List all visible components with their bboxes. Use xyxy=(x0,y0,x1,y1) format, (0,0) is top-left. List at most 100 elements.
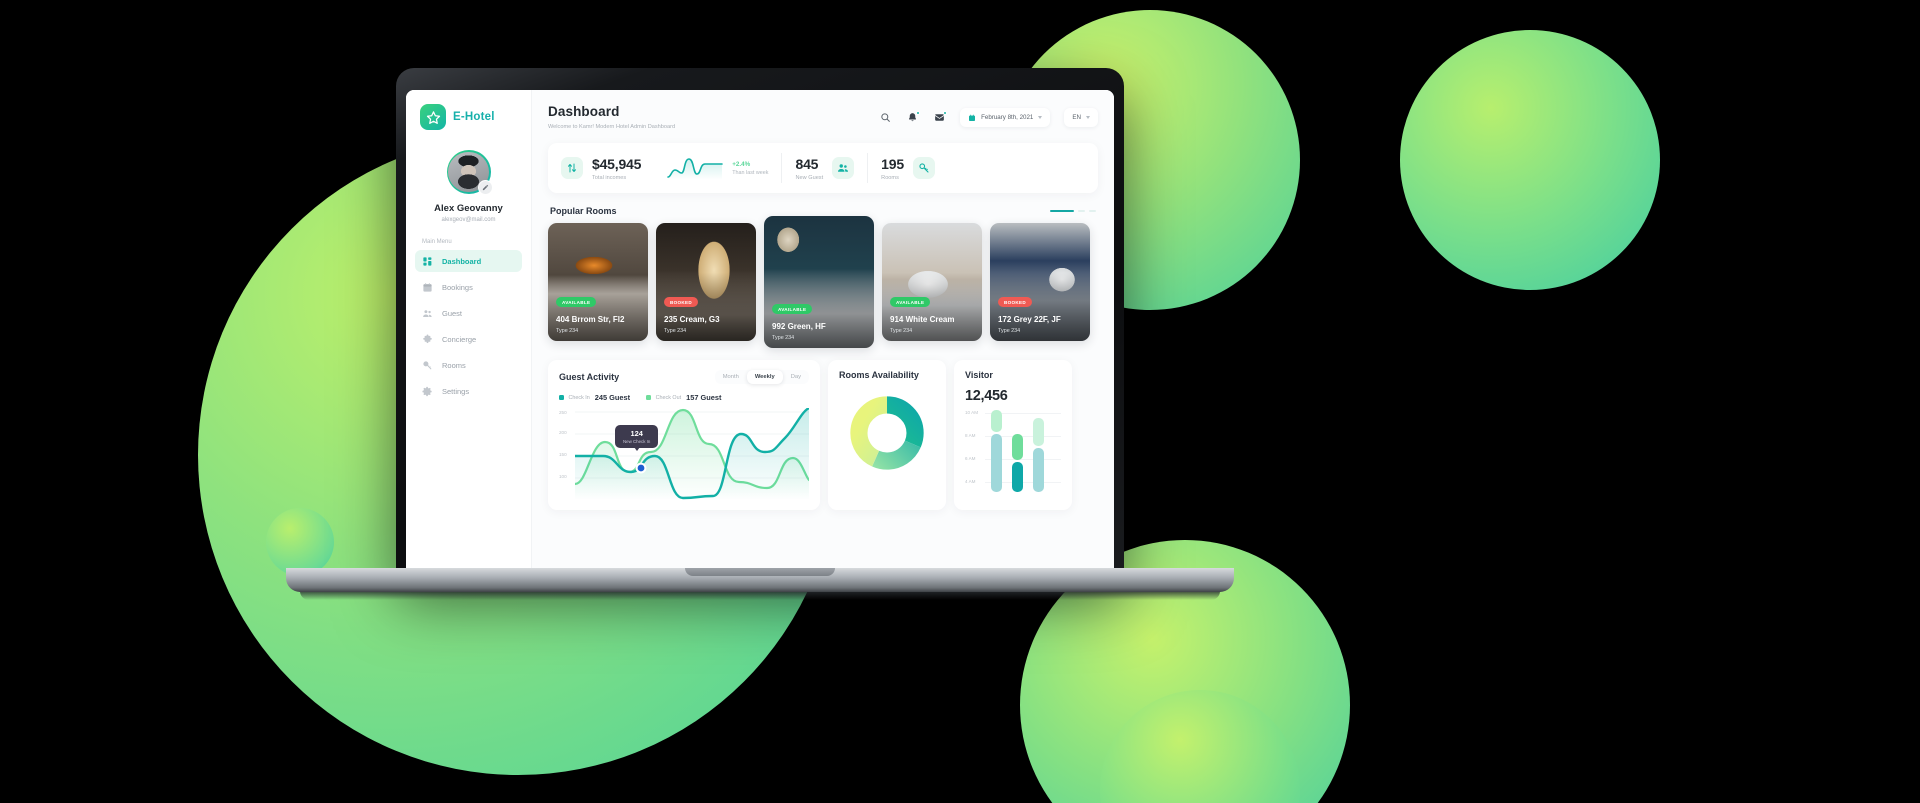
visitor-card: Visitor 12,456 10 AM 8 AM 6 AM 4 AM xyxy=(954,360,1072,510)
y-axis-tick: 8 AM xyxy=(965,433,976,438)
range-option-weekly[interactable]: Weekly xyxy=(746,370,783,384)
room-name: 914 White Cream xyxy=(890,315,955,324)
avatar[interactable] xyxy=(446,150,493,195)
status-badge: AVAILABLE xyxy=(772,304,813,314)
date-picker[interactable]: February 8th, 2021 xyxy=(960,108,1051,127)
bar[interactable] xyxy=(1033,418,1044,446)
room-card[interactable]: BOOKED 235 Cream, G3 Type 234 xyxy=(656,223,756,341)
status-badge: BOOKED xyxy=(664,297,698,307)
range-toggle[interactable]: Month Weekly Day xyxy=(714,370,809,384)
bar[interactable] xyxy=(991,434,1002,492)
key-icon xyxy=(912,157,935,179)
sidebar-item-label: Dashboard xyxy=(442,256,482,266)
stat-total-incomes[interactable]: $45,945 Total incomes xyxy=(548,156,654,181)
gear-icon xyxy=(422,386,433,397)
envelope-icon[interactable] xyxy=(933,111,948,124)
bar[interactable] xyxy=(1033,448,1044,492)
stat-rooms[interactable]: 195 Rooms xyxy=(868,156,948,181)
users-icon xyxy=(422,308,433,319)
bar[interactable] xyxy=(991,410,1002,432)
legend-label: Check Out xyxy=(655,394,682,401)
bell-icon[interactable] xyxy=(906,111,921,124)
top-actions: February 8th, 2021 EN xyxy=(879,104,1098,127)
bar[interactable] xyxy=(1012,462,1023,492)
laptop-base xyxy=(286,568,1234,592)
tooltip-value: 124 xyxy=(630,429,643,438)
sidebar-item-settings[interactable]: Settings xyxy=(415,380,522,402)
stat-text: 195 Rooms xyxy=(881,156,904,181)
room-type: Type 234 xyxy=(998,328,1021,334)
sidebar-item-dashboard[interactable]: Dashboard xyxy=(415,250,522,272)
y-axis-tick: 250 xyxy=(559,410,567,415)
room-card[interactable]: AVAILABLE 914 White Cream Type 234 xyxy=(882,223,982,341)
sidebar-item-concierge[interactable]: Concierge xyxy=(415,328,522,350)
bar[interactable] xyxy=(1012,434,1023,460)
section-title: Popular Rooms xyxy=(550,206,617,216)
carousel-indicator[interactable] xyxy=(1050,209,1096,213)
legend-swatch xyxy=(559,395,564,400)
chart-tooltip: 124 New Check In xyxy=(615,425,659,451)
calendar-icon xyxy=(422,282,433,293)
y-axis-tick: 150 xyxy=(559,452,567,457)
sparkline-chart xyxy=(667,158,724,180)
legend-label: Check In xyxy=(568,394,590,401)
y-axis-tick: 100 xyxy=(559,474,567,479)
language-selector[interactable]: EN xyxy=(1064,108,1098,127)
tooltip-label: New Check In xyxy=(623,439,651,444)
guest-activity-chart: 250 200 150 100 124 New Check In xyxy=(559,408,809,500)
room-name: 172 Grey 22F, JF xyxy=(998,315,1061,324)
range-option-day[interactable]: Day xyxy=(783,370,809,384)
carousel-dot[interactable] xyxy=(1078,209,1085,213)
donut-chart[interactable] xyxy=(839,394,935,472)
room-card[interactable]: AVAILABLE 992 Green, HF Type 234 xyxy=(764,216,874,348)
chart-legend: Check In 245 Guest Check Out 157 Guest xyxy=(559,393,809,402)
users-icon xyxy=(832,157,855,179)
stat-label: Total incomes xyxy=(592,174,627,181)
visitor-chart: 10 AM 8 AM 6 AM 4 AM xyxy=(965,410,1061,492)
star-icon xyxy=(420,104,446,130)
stat-value: 195 xyxy=(881,155,904,172)
topbar: Dashboard Welcome to Kamr! Modern Hotel … xyxy=(548,104,1098,130)
area-chart-svg xyxy=(575,408,809,500)
visitor-value: 12,456 xyxy=(965,388,1008,404)
legend-value: 157 Guest xyxy=(686,393,722,402)
dashboard-app: E-Hotel Alex Geovanny alexgeov@mail.com … xyxy=(406,90,1114,580)
trend-percent: +2.4% xyxy=(732,160,751,168)
chevron-down-icon xyxy=(1086,116,1090,119)
sidebar-item-label: Rooms xyxy=(442,360,466,370)
sidebar-item-label: Guest xyxy=(442,308,463,318)
card-title: Rooms Availability xyxy=(839,370,919,380)
sidebar-item-rooms[interactable]: Rooms xyxy=(415,354,522,376)
room-card[interactable]: AVAILABLE 404 Brrom Str, Fl2 Type 234 xyxy=(548,223,648,341)
popular-rooms-list: AVAILABLE 404 Brrom Str, Fl2 Type 234 BO… xyxy=(548,216,1098,348)
stat-text: 845 New Guest xyxy=(795,156,823,181)
user-email: alexgeov@mail.com xyxy=(441,217,496,223)
card-title: Visitor xyxy=(965,370,993,380)
sidebar-item-guest[interactable]: Guest xyxy=(415,302,522,324)
legend-item-check-in: Check In 245 Guest xyxy=(559,393,630,402)
calendar-icon xyxy=(968,114,976,122)
stat-label: Rooms xyxy=(881,174,899,181)
brand[interactable]: E-Hotel xyxy=(406,104,531,130)
rooms-availability-card: Rooms Availability xyxy=(828,360,946,510)
room-card[interactable]: BOOKED 172 Grey 22F, JF Type 234 xyxy=(990,223,1090,341)
room-name: 404 Brrom Str, Fl2 xyxy=(556,315,625,324)
carousel-dot[interactable] xyxy=(1089,209,1096,213)
tooltip-arrow xyxy=(633,447,640,451)
sidebar-item-bookings[interactable]: Bookings xyxy=(415,276,522,298)
search-icon[interactable] xyxy=(879,111,892,124)
carousel-dot-active[interactable] xyxy=(1050,209,1074,213)
room-type: Type 234 xyxy=(664,328,687,334)
panels-row: Guest Activity Month Weekly Day Check In… xyxy=(548,360,1098,510)
donut-chart-svg xyxy=(850,396,924,470)
trend-label: Than last week xyxy=(732,169,769,176)
stat-new-guest[interactable]: 845 New Guest xyxy=(782,156,867,181)
legend-item-check-out: Check Out 157 Guest xyxy=(646,393,721,402)
pencil-icon[interactable] xyxy=(477,180,493,195)
range-option-month[interactable]: Month xyxy=(715,370,747,384)
page-title: Dashboard xyxy=(548,104,620,119)
stats-bar: $45,945 Total incomes +2.4% Than last we… xyxy=(548,143,1098,193)
sidebar-item-label: Settings xyxy=(442,386,470,396)
guest-activity-header: Guest Activity Month Weekly Day xyxy=(559,370,809,384)
profile: Alex Geovanny alexgeov@mail.com xyxy=(406,150,531,223)
